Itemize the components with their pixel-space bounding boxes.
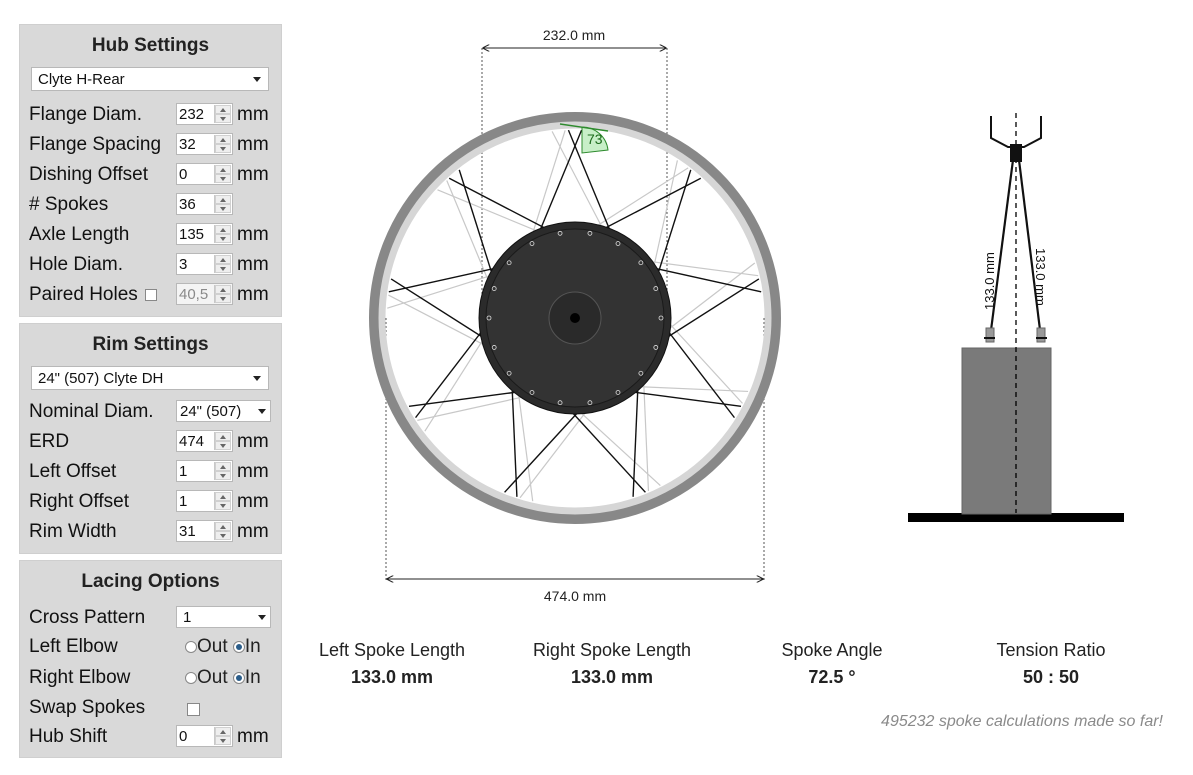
tension-ratio-value: 50 : 50 <box>1022 667 1080 687</box>
side-left-length: 133.0 mm <box>982 252 997 310</box>
right-spoke-result: Right Spoke Length 133.0 mm <box>528 640 696 688</box>
right-spoke-value: 133.0 mm <box>570 667 654 687</box>
side-view-diagram: 133.0 mm 133.0 mm <box>908 113 1124 522</box>
side-right-length: 133.0 mm <box>1033 248 1048 306</box>
angle-label: 73 <box>587 131 603 147</box>
tension-ratio-title: Tension Ratio <box>996 640 1106 660</box>
spoke-angle-result: Spoke Angle 72.5 ° <box>772 640 892 688</box>
tension-ratio-result: Tension Ratio 50 : 50 <box>986 640 1116 688</box>
spoke-angle-title: Spoke Angle <box>781 640 883 660</box>
left-spoke-result: Left Spoke Length 133.0 mm <box>312 640 472 688</box>
axle-icon <box>570 313 580 323</box>
left-spoke-value: 133.0 mm <box>350 667 434 687</box>
flange-dim-label: 232.0 mm <box>543 27 605 43</box>
side-hub-block <box>961 347 1052 515</box>
erd-dim-label: 474.0 mm <box>544 588 606 604</box>
calculation-counter: 495232 spoke calculations made so far! <box>881 713 1163 730</box>
left-spoke-title: Left Spoke Length <box>318 640 466 660</box>
spoke-angle-value: 72.5 ° <box>808 667 856 687</box>
right-spoke-title: Right Spoke Length <box>532 640 692 660</box>
